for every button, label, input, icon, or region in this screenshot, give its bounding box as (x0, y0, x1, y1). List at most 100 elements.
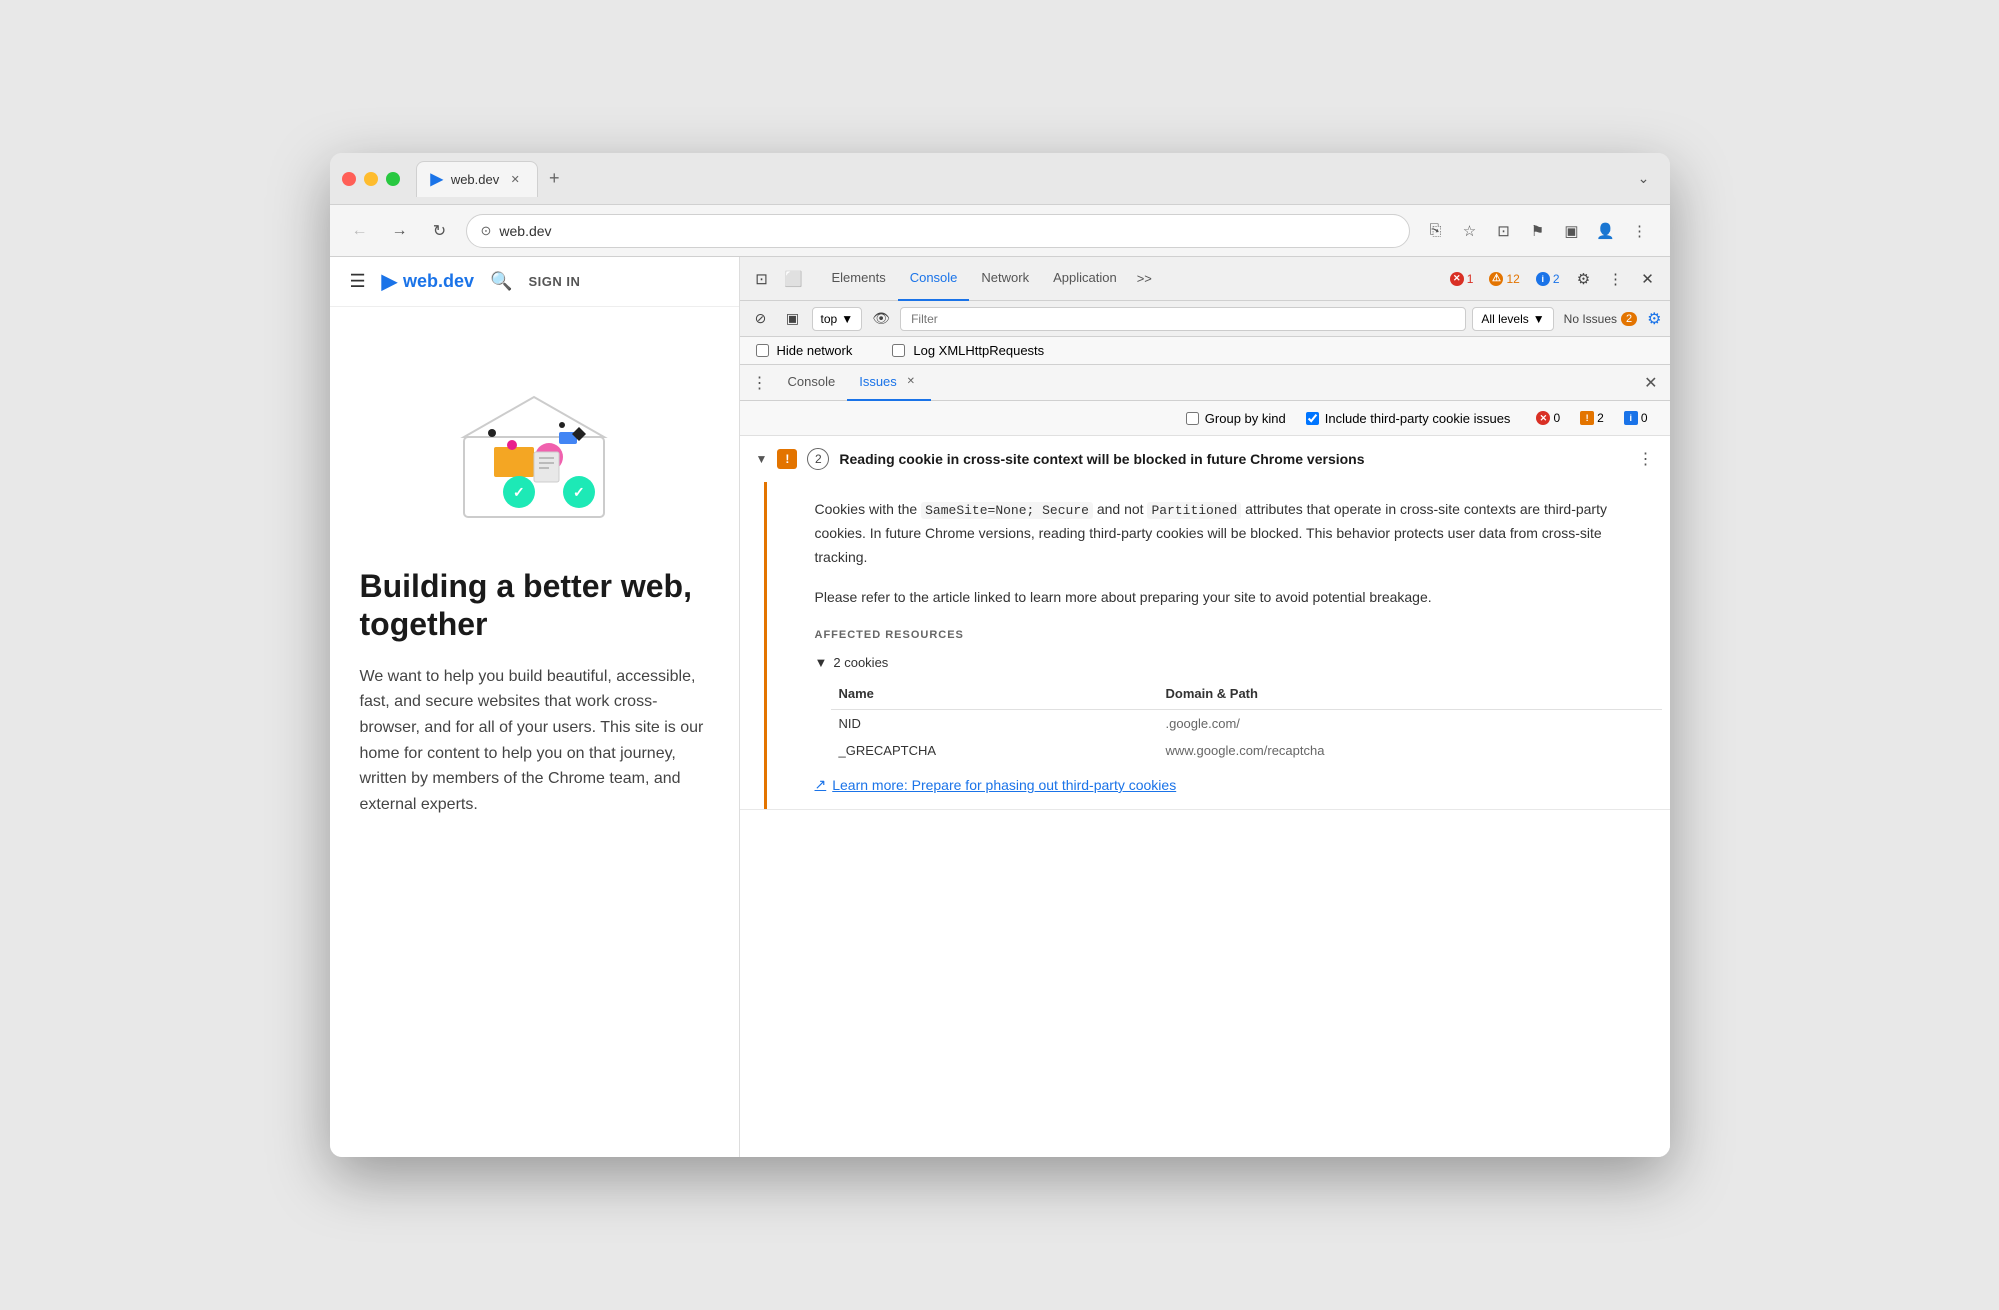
clear-console-button[interactable]: ⊘ (748, 306, 774, 332)
code-samesite: SameSite=None; Secure (921, 502, 1093, 519)
site-info-icon: ⊙ (481, 223, 492, 239)
new-tab-button[interactable]: + (538, 163, 570, 195)
panel-close-button[interactable]: ✕ (1644, 373, 1657, 393)
logo-icon: ▶ (382, 269, 397, 294)
cookies-toggle[interactable]: ▼ 2 cookies (815, 651, 1646, 674)
group-by-kind-checkbox[interactable] (1186, 412, 1199, 425)
issues-settings-icon[interactable]: ⚙ (1647, 309, 1661, 329)
table-row: NID.google.com/ (831, 710, 1662, 738)
error-circle-icon: ✕ (1536, 411, 1550, 425)
more-tabs-button[interactable]: >> (1129, 271, 1160, 286)
close-devtools-button[interactable]: ✕ (1634, 265, 1662, 293)
error-count-badge: ✕ 1 (1444, 270, 1480, 288)
affected-resources-section: AFFECTED RESOURCES ▼ 2 cookies Name Doma… (815, 629, 1646, 764)
warning-square-icon: ! (1580, 411, 1594, 425)
reload-button[interactable]: ↻ (426, 217, 454, 245)
site-logo[interactable]: ▶ web.dev (382, 269, 474, 294)
sub-tab-console[interactable]: Console (776, 365, 848, 401)
tab-application[interactable]: Application (1041, 257, 1129, 301)
include-third-party-checkbox[interactable] (1306, 412, 1319, 425)
browser-actions: ⎘ ☆ ⊡ ⚑ ▣ 👤 ⋮ (1422, 217, 1654, 245)
maximize-button[interactable] (386, 172, 400, 186)
learn-more-link[interactable]: ↗ Learn more: Prepare for phasing out th… (815, 776, 1646, 793)
close-button[interactable] (342, 172, 356, 186)
issues-panel: Group by kind Include third-party cookie… (740, 401, 1670, 1157)
issues-info-count: 0 (1641, 411, 1648, 425)
eye-icon[interactable]: 👁 (868, 306, 894, 332)
sidebar-button[interactable]: ▣ (1558, 217, 1586, 245)
menu-button[interactable]: ⋮ (1626, 217, 1654, 245)
inspect-element-icon[interactable]: ⊡ (748, 265, 776, 293)
extension-puzzle-icon[interactable]: ⊡ (1490, 217, 1518, 245)
tab-close-button[interactable]: ✕ (507, 171, 523, 187)
cookie-domain-cell: www.google.com/recaptcha (1157, 737, 1661, 764)
log-xml-checkbox[interactable] (892, 344, 905, 357)
issues-tab-close-icon[interactable]: ✕ (903, 374, 919, 390)
issue-warning-icon: ! (777, 449, 797, 469)
context-label: top (821, 312, 838, 326)
warning-icon: ⚠ (1489, 272, 1503, 286)
address-bar: ← → ↻ ⊙ web.dev ⎘ ☆ ⊡ ⚑ ▣ 👤 ⋮ (330, 205, 1670, 257)
error-icon: ✕ (1450, 272, 1464, 286)
hamburger-icon[interactable]: ☰ (350, 271, 366, 292)
back-button[interactable]: ← (346, 217, 374, 245)
minimize-button[interactable] (364, 172, 378, 186)
tab-bar: ▶ web.dev ✕ + (416, 161, 1015, 197)
forward-button[interactable]: → (386, 217, 414, 245)
sign-in-button[interactable]: SIGN IN (528, 274, 580, 289)
webpage-panel: ☰ ▶ web.dev 🔍 SIGN IN (330, 257, 740, 1157)
filter-input[interactable] (900, 307, 1466, 331)
cookies-count-label: 2 cookies (833, 655, 888, 670)
url-bar[interactable]: ⊙ web.dev (466, 214, 1410, 248)
window-control-button[interactable]: ⌄ (1630, 165, 1658, 193)
sub-tabs-bar: ⋮ Console Issues ✕ ✕ (740, 365, 1670, 401)
issue-group: ▼ ! 2 Reading cookie in cross-site conte… (740, 436, 1670, 810)
log-xml-option[interactable]: Log XMLHttpRequests (892, 343, 1044, 358)
issue-collapse-icon[interactable]: ▼ (756, 452, 768, 466)
context-selector[interactable]: top ▼ (812, 307, 863, 331)
site-name: web.dev (403, 271, 474, 292)
bookmark-button[interactable]: ☆ (1456, 217, 1484, 245)
tab-network[interactable]: Network (969, 257, 1041, 301)
sidebar-toggle-button[interactable]: ▣ (780, 306, 806, 332)
console-options-bar: Hide network Log XMLHttpRequests (740, 337, 1670, 365)
devtools-icon[interactable]: ⚑ (1524, 217, 1552, 245)
svg-text:✓: ✓ (513, 484, 525, 500)
sub-tab-issues[interactable]: Issues ✕ (847, 365, 931, 401)
group-by-kind-option[interactable]: Group by kind (1186, 411, 1286, 426)
hide-network-checkbox[interactable] (756, 344, 769, 357)
hide-network-option[interactable]: Hide network (756, 343, 853, 358)
levels-label: All levels (1481, 312, 1528, 326)
tab-elements[interactable]: Elements (820, 257, 898, 301)
group-by-kind-label: Group by kind (1205, 411, 1286, 426)
levels-dropdown[interactable]: All levels ▼ (1472, 307, 1553, 331)
settings-button[interactable]: ⚙ (1570, 265, 1598, 293)
table-row: _GRECAPTCHAwww.google.com/recaptcha (831, 737, 1662, 764)
search-icon[interactable]: 🔍 (490, 271, 512, 292)
more-options-button[interactable]: ⋮ (1602, 265, 1630, 293)
devtools-panel: ⊡ ⬜ Elements Console Network Application… (740, 257, 1670, 1157)
include-third-party-option[interactable]: Include third-party cookie issues (1306, 411, 1511, 426)
browser-tab[interactable]: ▶ web.dev ✕ (416, 161, 539, 197)
hero-title: Building a better web, together (360, 567, 709, 644)
issue-more-button[interactable]: ⋮ (1638, 449, 1654, 469)
tab-console[interactable]: Console (898, 257, 970, 301)
affected-resources-label: AFFECTED RESOURCES (815, 629, 1646, 641)
sub-tabs-menu-icon[interactable]: ⋮ (752, 373, 768, 393)
info-square-icon: i (1624, 411, 1638, 425)
url-text: web.dev (499, 223, 551, 239)
webpage-text: Building a better web, together We want … (330, 567, 739, 847)
cookie-domain-cell: .google.com/ (1157, 710, 1661, 738)
device-toggle-icon[interactable]: ⬜ (780, 265, 808, 293)
issues-warn-count: 2 (1597, 411, 1604, 425)
cast-button[interactable]: ⎘ (1422, 217, 1450, 245)
cookie-name-cell: _GRECAPTCHA (831, 737, 1158, 764)
profile-icon[interactable]: 👤 (1592, 217, 1620, 245)
issue-header[interactable]: ▼ ! 2 Reading cookie in cross-site conte… (740, 436, 1670, 482)
hero-image-area: ✓ ✓ (330, 307, 739, 567)
code-partitioned: Partitioned (1147, 502, 1241, 519)
warning-count-badge: ⚠ 12 (1483, 270, 1525, 288)
cookie-name-cell: NID (831, 710, 1158, 738)
issues-count-badges: ✕ 0 ! 2 i 0 (1530, 409, 1653, 427)
no-issues-label: No Issues 2 (1560, 312, 1641, 326)
